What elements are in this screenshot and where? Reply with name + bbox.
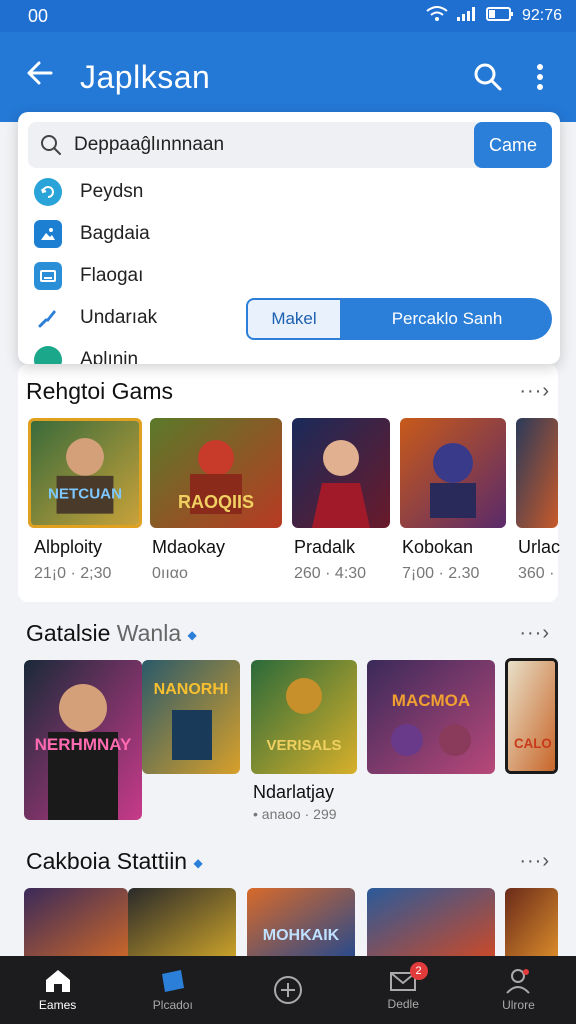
game-meta: 260 · 4:30 [294, 565, 367, 582]
game-art-title: NANORHI [154, 681, 229, 698]
game-art-title: MOHKAIK [263, 927, 340, 944]
nav-item-add[interactable] [230, 956, 345, 1024]
status-left: 00 [28, 5, 49, 26]
game-thumbnail[interactable] [505, 888, 558, 956]
tv-icon [34, 262, 62, 290]
section-title: Rehgtoi Gams [26, 378, 174, 404]
signal-icon [456, 6, 478, 27]
game-art-title: NERHMNAY [35, 735, 132, 754]
sparkle-icon: ◆ [187, 627, 197, 642]
back-button[interactable] [0, 58, 80, 97]
game-meta: 7¡00 · 2.30 [402, 565, 480, 582]
game-title: Urlac [518, 537, 561, 557]
search-button[interactable] [462, 62, 514, 92]
game-title: Pradalk [294, 537, 356, 557]
nav-label: Dedle [387, 997, 419, 1011]
game-art-title: RAOQIIS [178, 492, 254, 512]
search-pill-button[interactable]: Percaklo Sanh [342, 298, 552, 340]
app-title: Japlksan [80, 58, 211, 95]
game-thumbnail[interactable] [292, 418, 390, 528]
game-title: Ndarlatjay [253, 782, 335, 802]
app-icon [34, 346, 62, 364]
status-time: 92:76 [521, 7, 562, 24]
suggestion-item[interactable]: Aplınin [34, 346, 138, 364]
home-icon [45, 970, 70, 992]
game-art-title: VERISALS [266, 737, 341, 754]
library-icon [161, 970, 184, 992]
app-bar: Japlksan [0, 32, 576, 122]
search-field[interactable]: Deppaaĝlınnnaan Came [28, 122, 552, 168]
game-meta: 360 · [518, 565, 555, 582]
game-thumbnail[interactable] [128, 888, 236, 956]
suggestion-label: Flaogaı [80, 265, 144, 286]
nav-item-library[interactable]: Plcadoı [115, 956, 230, 1024]
suggestion-label: Peydsn [80, 181, 144, 202]
game-meta: • anaoo · 299 [253, 806, 337, 822]
game-thumbnail[interactable] [24, 888, 128, 956]
section-title: Gatalsie Wanla ◆ [26, 620, 197, 646]
status-bar: 00 92:76 [0, 0, 576, 32]
game-thumbnail[interactable]: MACMOA [367, 660, 495, 774]
nav-label: Plcadoı [152, 998, 193, 1012]
bottom-navigation: Eames Plcadoı 2 Dedle Ulrore [0, 956, 576, 1024]
sparkle-icon: ◆ [193, 855, 203, 870]
game-art-title: NETCUAN [48, 486, 122, 503]
overflow-menu-button[interactable] [514, 63, 566, 91]
game-thumbnail[interactable] [516, 418, 558, 528]
nav-item-profile[interactable]: Ulrore [461, 956, 576, 1024]
suggestion-item[interactable]: Flaogaı [34, 262, 143, 290]
game-thumbnail[interactable]: RAOQIIS [150, 418, 282, 528]
image-icon [34, 220, 62, 248]
search-input[interactable]: Deppaaĝlınnnaan [74, 134, 474, 156]
see-more-button[interactable]: ···› [519, 380, 550, 403]
battery-icon [485, 6, 514, 27]
game-thumbnail[interactable] [367, 888, 495, 956]
section-title: Cakboia Stattiin ◆ [26, 848, 203, 874]
game-art-title: MACMOA [392, 691, 470, 710]
nav-item-messages[interactable]: 2 Dedle [346, 956, 461, 1024]
game-thumbnail[interactable]: VERISALS [251, 660, 357, 774]
more-vert-icon [537, 64, 543, 90]
game-thumbnail[interactable]: NERHMNAY [24, 660, 142, 820]
profile-icon [506, 969, 531, 994]
game-art-title: CALO [514, 736, 552, 751]
game-meta: 21¡0 · 2;30 [34, 565, 112, 582]
search-icon [28, 134, 74, 156]
search-dropdown: Deppaaĝlınnnaan Came Peydsn Bagdaia Flao… [18, 112, 560, 364]
nav-item-games[interactable]: Eames [0, 956, 115, 1024]
makel-pill-button[interactable]: Makel [246, 298, 342, 340]
nav-label: Eames [38, 998, 77, 1012]
game-thumbnail[interactable] [400, 418, 506, 528]
search-icon [474, 63, 502, 91]
game-thumbnail[interactable]: NANORHI [142, 660, 240, 774]
notification-badge: 2 [409, 962, 428, 980]
game-title: Mdaokay [152, 537, 226, 557]
suggestion-label: Aplınin [80, 349, 139, 364]
game-thumbnail[interactable]: NETCUAN [28, 418, 142, 528]
game-meta: 0ııαo [152, 565, 188, 582]
suggestion-label: Undarıak [80, 307, 158, 328]
wifi-icon [426, 5, 448, 27]
game-title: Albploity [34, 537, 103, 557]
refresh-icon [34, 178, 62, 206]
game-thumbnail[interactable]: MOHKAIK [247, 888, 355, 956]
game-filter-button[interactable]: Came [474, 122, 552, 168]
game-title: Kobokan [402, 537, 474, 557]
game-thumbnail[interactable]: CALO [505, 658, 558, 774]
see-more-button[interactable]: ···› [519, 850, 550, 873]
nav-label: Ulrore [502, 998, 535, 1012]
brush-icon [34, 304, 62, 332]
add-icon [274, 976, 302, 1004]
arrow-left-icon [27, 61, 53, 84]
suggestion-item[interactable]: Peydsn [34, 178, 143, 206]
suggestion-item[interactable]: Bagdaia [34, 220, 150, 248]
filter-pill-group: Makel Percaklo Sanh [246, 298, 552, 340]
see-more-button[interactable]: ···› [519, 622, 550, 645]
suggestion-item[interactable]: Undarıak [34, 304, 157, 332]
suggestion-label: Bagdaia [80, 223, 150, 244]
